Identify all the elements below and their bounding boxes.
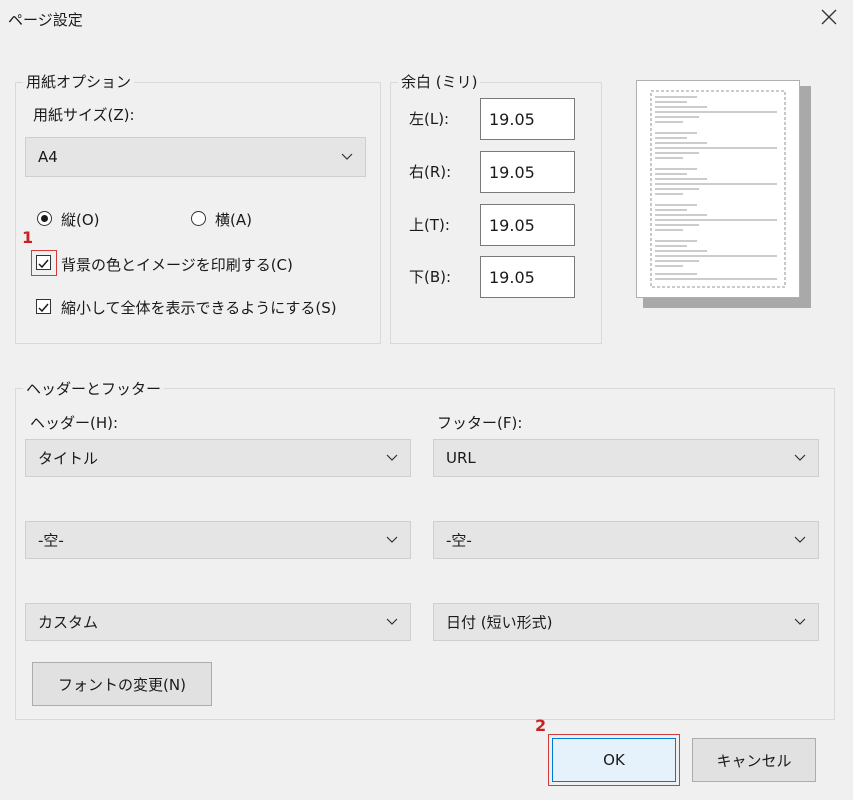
margin-top-label: 上(T):	[409, 216, 450, 234]
paper-size-value: A4	[38, 148, 58, 166]
checkmark-icon	[38, 259, 49, 269]
chevron-down-icon	[794, 454, 806, 461]
margin-right-label: 右(R):	[409, 163, 452, 181]
margin-top-input[interactable]: 19.05	[480, 204, 575, 246]
paper-options-legend: 用紙オプション	[23, 71, 135, 92]
page-preview	[636, 80, 800, 298]
footer-value-1: URL	[446, 449, 476, 467]
change-font-button[interactable]: フォントの変更(N)	[32, 662, 212, 706]
portrait-radio[interactable]	[37, 211, 52, 226]
paper-size-select[interactable]: A4	[25, 137, 366, 177]
margin-left-label: 左(L):	[409, 110, 450, 128]
checkmark-icon	[38, 303, 49, 313]
portrait-label: 縦(O)	[61, 211, 100, 229]
chevron-down-icon	[386, 454, 398, 461]
header-select-1[interactable]: タイトル	[25, 439, 411, 477]
shrink-to-fit-label: 縮小して全体を表示できるようにする(S)	[61, 299, 337, 317]
footer-value-2: -空-	[446, 531, 472, 550]
margin-right-input[interactable]: 19.05	[480, 151, 575, 193]
step1-badge: 1	[22, 228, 34, 247]
step2-badge: 2	[535, 716, 547, 735]
cancel-button[interactable]: キャンセル	[692, 738, 816, 782]
footer-label: フッター(F):	[437, 414, 523, 432]
header-value-2: -空-	[38, 531, 64, 550]
shrink-to-fit-checkbox[interactable]	[36, 299, 51, 314]
chevron-down-icon	[794, 536, 806, 543]
chevron-down-icon	[386, 618, 398, 625]
print-background-label: 背景の色とイメージを印刷する(C)	[61, 256, 293, 274]
header-footer-legend: ヘッダーとフッター	[23, 378, 165, 399]
print-background-checkbox[interactable]	[36, 255, 51, 270]
close-icon[interactable]	[818, 6, 840, 28]
footer-select-3[interactable]: 日付 (短い形式)	[433, 603, 819, 641]
margins-legend: 余白 (ミリ)	[398, 71, 481, 92]
paper-size-label: 用紙サイズ(Z):	[33, 106, 135, 124]
margin-bottom-label: 下(B):	[409, 268, 452, 286]
ok-button[interactable]: OK	[552, 738, 676, 782]
header-value-3: カスタム	[38, 613, 99, 632]
header-select-2[interactable]: -空-	[25, 521, 411, 559]
window-title: ページ設定	[8, 11, 83, 29]
landscape-radio[interactable]	[191, 211, 206, 226]
margin-bottom-input[interactable]: 19.05	[480, 256, 575, 298]
chevron-down-icon	[794, 618, 806, 625]
header-select-3[interactable]: カスタム	[25, 603, 411, 641]
footer-value-3: 日付 (短い形式)	[446, 613, 553, 632]
landscape-label: 横(A)	[215, 211, 252, 229]
header-value-1: タイトル	[38, 449, 99, 468]
margin-left-input[interactable]: 19.05	[480, 98, 575, 140]
chevron-down-icon	[386, 536, 398, 543]
page-preview-content	[650, 90, 786, 288]
chevron-down-icon	[341, 153, 353, 160]
header-label: ヘッダー(H):	[30, 414, 119, 432]
footer-select-2[interactable]: -空-	[433, 521, 819, 559]
footer-select-1[interactable]: URL	[433, 439, 819, 477]
